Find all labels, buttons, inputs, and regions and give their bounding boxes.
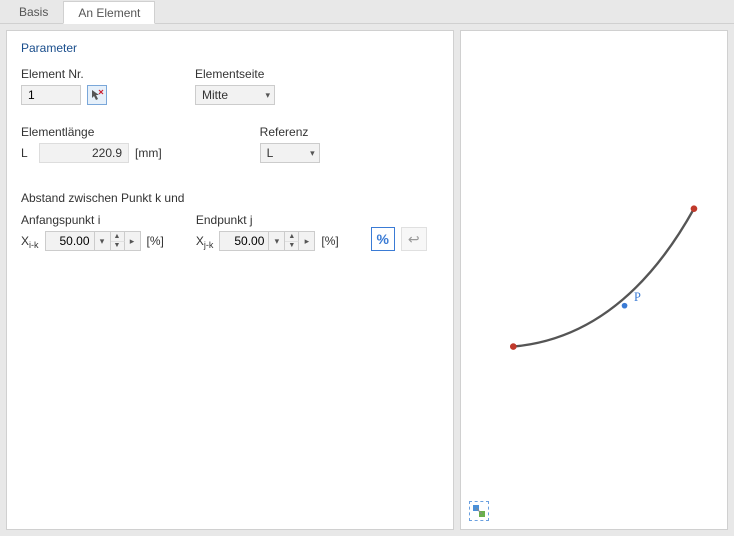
chevron-down-icon: ▾ [265,90,270,101]
element-nr-label: Element Nr. [21,67,107,81]
endpoint-i-icon [510,343,517,350]
anfang-step-button[interactable]: ▸ [125,231,141,251]
abstand-title: Abstand zwischen Punkt k und [21,191,439,205]
main-panels: Parameter Element Nr. Elemen [0,24,734,536]
point-p-icon [621,303,627,309]
percent-toggle-button[interactable]: % [371,227,395,251]
preview-tool-button[interactable] [469,501,489,521]
anfang-dropdown[interactable]: ▾ [95,231,111,251]
end-dropdown[interactable]: ▾ [269,231,285,251]
end-unit: [%] [321,234,338,248]
point-p-label: P [634,290,641,304]
preview-panel: P [460,30,728,530]
anfang-unit: [%] [147,234,164,248]
elementlaenge-value [39,143,129,163]
preview-tool-icon [472,504,486,518]
anfang-label: Anfangspunkt i [21,213,164,227]
spin-up-icon[interactable]: ▲ [285,232,299,242]
end-label: Endpunkt j [196,213,339,227]
endpoint-j-icon [690,205,697,212]
anfang-input[interactable] [45,231,95,251]
element-nr-input[interactable] [21,85,81,105]
chevron-down-icon: ▾ [310,148,315,159]
parameter-panel: Parameter Element Nr. Elemen [6,30,454,530]
revert-button[interactable]: ↩ [401,227,427,251]
anfang-sym: Xi-k [21,234,39,248]
tab-basis[interactable]: Basis [4,0,63,23]
spin-down-icon[interactable]: ▼ [111,242,125,251]
elementlaenge-unit: [mm] [135,146,162,160]
end-step-button[interactable]: ▸ [299,231,315,251]
parameter-title: Parameter [21,41,439,55]
elementseite-label: Elementseite [195,67,275,81]
end-sym: Xj-k [196,234,214,248]
referenz-value: L [267,146,274,160]
tabbar: Basis An Element [0,0,734,24]
referenz-label: Referenz [260,125,320,139]
elementlaenge-label: Elementlänge [21,125,162,139]
anfang-spinner[interactable]: ▲ ▼ [111,231,125,251]
end-spinner[interactable]: ▲ ▼ [285,231,299,251]
pick-element-icon [90,88,104,102]
tab-an-element[interactable]: An Element [63,1,155,24]
curve-path [513,209,694,347]
spin-down-icon[interactable]: ▼ [285,242,299,251]
referenz-select[interactable]: L ▾ [260,143,320,163]
curve-preview: P [461,31,727,529]
spin-up-icon[interactable]: ▲ [111,232,125,242]
elementlaenge-sym: L [21,146,33,160]
elementseite-value: Mitte [202,88,228,102]
end-input[interactable] [219,231,269,251]
pick-element-button[interactable] [87,85,107,105]
elementseite-select[interactable]: Mitte ▾ [195,85,275,105]
